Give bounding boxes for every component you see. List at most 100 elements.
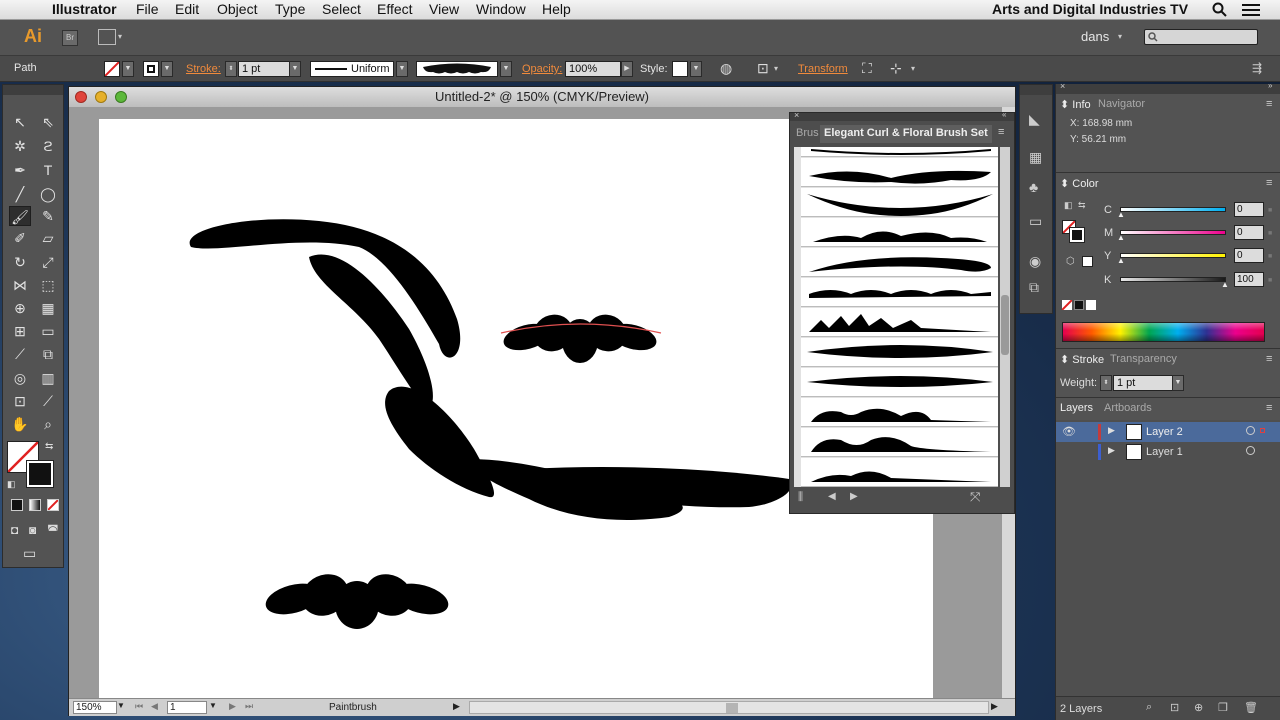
collapse-icon[interactable]: » [1268, 81, 1272, 90]
mesh-tool-icon[interactable]: ⊞ [9, 321, 31, 341]
fill-swatch[interactable] [104, 61, 120, 77]
stroke-dropdown[interactable]: ▼ [161, 61, 173, 77]
out-of-gamut-icon[interactable]: ⬡ [1066, 256, 1075, 267]
scroll-thumb[interactable] [1001, 295, 1009, 355]
panel-menu-icon[interactable]: ≡ [1266, 353, 1272, 365]
expand-layer-icon[interactable]: ▶ [1108, 445, 1115, 456]
workspace-switcher[interactable]: dans [1081, 29, 1109, 44]
opacity-panel-link[interactable]: Opacity: [522, 63, 562, 75]
menu-view[interactable]: View [429, 1, 459, 17]
dock-header[interactable]: × » [1056, 81, 1280, 94]
cyan-value-field[interactable]: 0 [1234, 202, 1264, 217]
opacity-dropdown[interactable]: ▶ [621, 61, 633, 77]
brush-item[interactable] [801, 158, 998, 187]
none-swatch[interactable] [1061, 299, 1073, 311]
weight-dropdown[interactable]: ▼ [1172, 375, 1184, 391]
brush-panel-header[interactable]: × « [790, 110, 1014, 121]
panel-menu-icon[interactable]: ≡ [1266, 177, 1272, 189]
menu-help[interactable]: Help [542, 1, 571, 17]
menu-edit[interactable]: Edit [175, 1, 199, 17]
scroll-thumb[interactable] [726, 703, 738, 713]
brush-item[interactable] [801, 248, 998, 277]
swap-colors-icon[interactable]: ⇆ [45, 441, 53, 452]
slice-tool-icon[interactable]: ⟋ [37, 391, 59, 411]
artboard-number-field[interactable]: 1 [167, 701, 207, 714]
stroke-panel-link[interactable]: Stroke: [186, 63, 221, 75]
menu-object[interactable]: Object [217, 1, 257, 17]
panel-menu-icon[interactable]: ≡ [998, 126, 1004, 138]
none-mode-icon[interactable] [47, 499, 59, 511]
control-panel-menu-icon[interactable]: ⇶ [1252, 61, 1262, 75]
color-stroke-swatch[interactable] [1069, 227, 1085, 243]
brush-item[interactable] [801, 338, 998, 367]
new-sublayer-icon[interactable]: ⊕ [1194, 701, 1203, 714]
brush-item[interactable] [801, 398, 998, 427]
blob-brush-tool-icon[interactable]: ✐ [9, 228, 31, 248]
magic-wand-tool-icon[interactable]: ✲ [9, 136, 31, 156]
target-icon[interactable] [1246, 446, 1255, 455]
expand-layer-icon[interactable]: ▶ [1108, 425, 1115, 436]
slider-thumb[interactable]: ▲ [1221, 280, 1229, 289]
layer-row[interactable]: 👁 ▶ Layer 2 [1056, 422, 1280, 442]
spotlight-search-icon[interactable] [1212, 2, 1228, 18]
free-transform-tool-icon[interactable]: ⬚ [37, 275, 59, 295]
stroke-swatch[interactable] [143, 61, 159, 77]
scroll-right-arrow[interactable]: ▶ [991, 701, 998, 712]
black-slider[interactable] [1120, 277, 1226, 282]
tab-layers[interactable]: Layers [1060, 402, 1093, 414]
column-graph-tool-icon[interactable]: ▥ [37, 368, 59, 388]
panel-menu-icon[interactable]: ≡ [1266, 402, 1272, 414]
color-mode-icon[interactable] [11, 499, 23, 511]
web-safe-swatch[interactable] [1082, 256, 1093, 267]
remove-brush-icon[interactable]: ⤧ [970, 489, 980, 505]
brush-item[interactable] [801, 428, 998, 457]
slider-thumb[interactable]: ▲ [1117, 210, 1125, 219]
direct-selection-tool-icon[interactable]: ⇖ [37, 112, 59, 132]
black-value-field[interactable]: 100 [1234, 272, 1264, 287]
menu-effect[interactable]: Effect [377, 1, 413, 17]
tab-transparency[interactable]: Transparency [1110, 353, 1177, 365]
next-library-icon[interactable]: ▶ [850, 491, 858, 502]
symbols-panel-icon[interactable]: ♣ [1029, 179, 1038, 195]
menu-app-name[interactable]: Illustrator [52, 1, 117, 17]
selection-indicator[interactable] [1260, 428, 1265, 433]
draw-inside-icon[interactable]: ◚ [47, 523, 59, 537]
graphic-style-dropdown[interactable]: ▼ [690, 61, 702, 77]
brush-item[interactable] [801, 278, 998, 307]
brush-item[interactable] [801, 147, 998, 157]
previous-artboard-icon[interactable]: ◀ [151, 701, 158, 712]
arrange-documents-icon[interactable] [98, 29, 116, 45]
menu-select[interactable]: Select [322, 1, 361, 17]
close-icon[interactable]: × [794, 110, 799, 120]
profile-dropdown[interactable]: ▼ [396, 61, 408, 77]
layer-row[interactable]: ▶ Layer 1 [1056, 442, 1280, 462]
brush-dropdown[interactable]: ▼ [500, 61, 512, 77]
stroke-weight-dropdown[interactable]: ▼ [289, 61, 301, 77]
zoom-window-button[interactable] [115, 91, 127, 103]
white-swatch[interactable] [1086, 300, 1096, 310]
status-menu-arrow[interactable]: ▶ [453, 701, 460, 712]
draw-behind-icon[interactable]: ◙ [29, 523, 36, 537]
graphic-style-swatch[interactable] [672, 61, 688, 77]
shape-builder-tool-icon[interactable]: ⊕ [9, 298, 31, 318]
screen-mode-icon[interactable]: ▭ [23, 545, 36, 562]
artboard-dropdown[interactable]: ▼ [209, 701, 217, 710]
magenta-value-field[interactable]: 0 [1234, 225, 1264, 240]
tab-artboards[interactable]: Artboards [1104, 402, 1152, 414]
brush-item[interactable] [801, 308, 998, 337]
cyan-slider[interactable] [1120, 207, 1226, 212]
lasso-tool-icon[interactable]: ϩ [37, 136, 59, 156]
tab-color[interactable]: ⬍ Color [1060, 177, 1099, 190]
draw-normal-icon[interactable]: ◘ [11, 523, 18, 537]
brush-item[interactable] [801, 458, 998, 487]
ellipse-tool-icon[interactable]: ◯ [37, 184, 59, 204]
default-colors-icon[interactable]: ◧ [1064, 200, 1073, 211]
gradient-panel-icon[interactable]: ▭ [1029, 213, 1042, 230]
fill-dropdown[interactable]: ▼ [122, 61, 134, 77]
default-colors-icon[interactable]: ◧ [7, 479, 16, 490]
new-layer-icon[interactable]: ❐ [1218, 701, 1228, 714]
align-options-icon[interactable]: ⊡ [757, 60, 769, 77]
tab-navigator[interactable]: Navigator [1098, 98, 1145, 110]
brush-item[interactable] [801, 218, 998, 247]
first-artboard-icon[interactable]: ⏮ [135, 701, 143, 712]
